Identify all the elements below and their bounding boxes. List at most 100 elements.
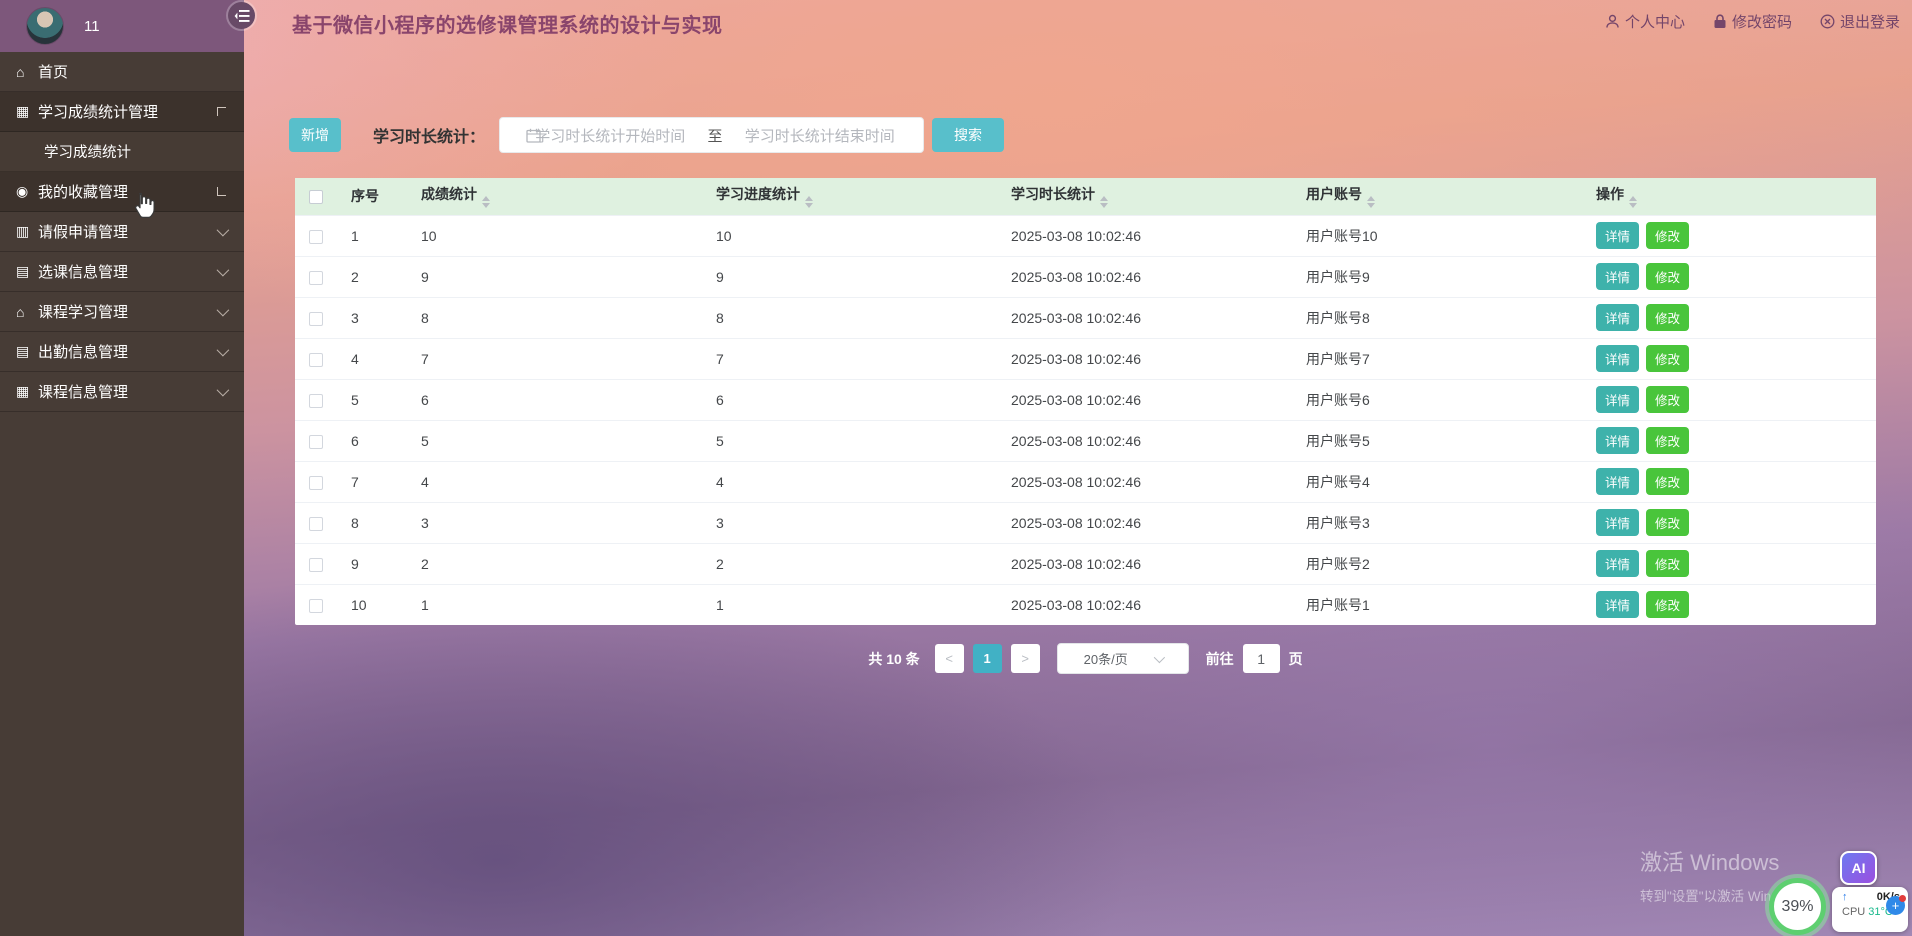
- goto-label: 前往: [1205, 650, 1234, 667]
- detail-button[interactable]: 详情: [1596, 222, 1640, 249]
- date-range-picker[interactable]: 学习时长统计开始时间 至 学习时长统计结束时间: [499, 117, 925, 153]
- sidebar-collapse-button[interactable]: [228, 2, 255, 29]
- pagination: 共 10 条 < 1 > 20条/页 前往 1 页: [295, 643, 1876, 674]
- detail-button[interactable]: 详情: [1596, 550, 1640, 577]
- column-header[interactable]: 操作: [1590, 178, 1876, 215]
- sidebar-item[interactable]: ⌂ 课程学习管理: [0, 292, 244, 332]
- edit-button[interactable]: 修改: [1646, 222, 1690, 249]
- briefcase-icon: ⌂: [16, 303, 25, 320]
- sidebar-item-label: 课程信息管理: [38, 384, 129, 401]
- sort-caret-icon[interactable]: [1100, 196, 1108, 209]
- sidebar-item[interactable]: ▤ 选课信息管理: [0, 252, 244, 292]
- cell-index: 5: [345, 378, 415, 420]
- cell-index: 9: [345, 542, 415, 584]
- next-page-button[interactable]: >: [1010, 644, 1040, 673]
- edit-button[interactable]: 修改: [1646, 509, 1690, 536]
- cell-progress: 7: [710, 337, 1005, 379]
- column-header: 序号: [345, 178, 415, 215]
- change-password-link[interactable]: 修改密码: [1713, 11, 1792, 32]
- profile-link-label: 个人中心: [1624, 13, 1685, 31]
- row-checkbox[interactable]: [309, 434, 323, 449]
- profile-link[interactable]: 个人中心: [1605, 11, 1685, 32]
- cell-progress: 5: [710, 419, 1005, 461]
- edit-button[interactable]: 修改: [1646, 304, 1690, 331]
- ai-assistant-button[interactable]: AI: [1840, 851, 1877, 885]
- column-header[interactable]: 用户账号: [1300, 178, 1590, 215]
- cell-account: 用户账号8: [1300, 296, 1590, 338]
- sort-caret-icon[interactable]: [482, 196, 490, 209]
- cell-account: 用户账号10: [1300, 214, 1590, 256]
- cell-score: 2: [415, 542, 710, 584]
- edit-button[interactable]: 修改: [1646, 427, 1690, 454]
- sidebar-item[interactable]: ▦ 课程信息管理: [0, 372, 244, 412]
- cell-actions: 详情 修改: [1590, 583, 1876, 625]
- edit-button[interactable]: 修改: [1646, 345, 1690, 372]
- cell-score: 7: [415, 337, 710, 379]
- cell-progress: 4: [710, 460, 1005, 502]
- cpu-usage-gauge[interactable]: 39%: [1769, 878, 1826, 935]
- sidebar-item[interactable]: ▤ 出勤信息管理: [0, 332, 244, 372]
- notification-plus-button[interactable]: +: [1886, 895, 1906, 915]
- logout-link[interactable]: 退出登录: [1820, 11, 1900, 32]
- cell-index: 2: [345, 255, 415, 297]
- panel2-icon: ▤: [16, 263, 30, 279]
- detail-button[interactable]: 详情: [1596, 509, 1640, 536]
- row-checkbox[interactable]: [309, 229, 323, 244]
- edit-button[interactable]: 修改: [1646, 591, 1690, 619]
- sort-caret-icon[interactable]: [805, 196, 813, 209]
- start-date-input[interactable]: 学习时长统计开始时间: [517, 125, 704, 146]
- column-header[interactable]: 成绩统计: [415, 178, 710, 215]
- cell-actions: 详情 修改: [1590, 214, 1876, 256]
- cell-progress: 10: [710, 214, 1005, 256]
- sidebar-item[interactable]: ▥ 请假申请管理: [0, 212, 244, 252]
- row-checkbox[interactable]: [309, 475, 323, 490]
- upload-arrow-icon: ↑: [1842, 891, 1848, 903]
- detail-button[interactable]: 详情: [1596, 427, 1640, 454]
- cell-score: 10: [415, 214, 710, 256]
- row-checkbox[interactable]: [309, 311, 323, 326]
- page-size-select[interactable]: 20条/页: [1056, 643, 1189, 674]
- sidebar-item[interactable]: ◉ 我的收藏管理: [0, 172, 244, 212]
- detail-button[interactable]: 详情: [1596, 263, 1640, 290]
- row-checkbox[interactable]: [309, 270, 323, 285]
- grid-icon: ▦: [16, 383, 30, 399]
- row-checkbox[interactable]: [309, 557, 323, 572]
- detail-button[interactable]: 详情: [1596, 468, 1640, 495]
- chevron-down-icon: [216, 263, 230, 277]
- chart-grid-icon: ▦: [16, 103, 30, 119]
- page-unit-label: 页: [1288, 650, 1303, 667]
- row-checkbox[interactable]: [309, 393, 323, 408]
- edit-button[interactable]: 修改: [1646, 386, 1690, 413]
- cell-account: 用户账号7: [1300, 337, 1590, 379]
- detail-button[interactable]: 详情: [1596, 386, 1640, 413]
- row-checkbox[interactable]: [309, 516, 323, 531]
- search-button[interactable]: 搜索: [932, 118, 1005, 152]
- sort-caret-icon[interactable]: [1629, 196, 1637, 209]
- edit-button[interactable]: 修改: [1646, 550, 1690, 577]
- detail-button[interactable]: 详情: [1596, 345, 1640, 372]
- cell-time: 2025-03-08 10:02:46: [1005, 255, 1300, 297]
- end-date-input[interactable]: 学习时长统计结束时间: [727, 125, 914, 146]
- column-header[interactable]: 学习进度统计: [710, 178, 1005, 215]
- detail-button[interactable]: 详情: [1596, 591, 1640, 619]
- page-1-button[interactable]: 1: [972, 644, 1002, 673]
- row-checkbox[interactable]: [309, 598, 323, 613]
- column-header[interactable]: 学习时长统计: [1005, 178, 1300, 215]
- sort-caret-icon[interactable]: [1367, 196, 1375, 209]
- add-button[interactable]: 新增: [289, 118, 341, 152]
- edit-button[interactable]: 修改: [1646, 263, 1690, 290]
- prev-page-button[interactable]: <: [934, 644, 964, 673]
- sidebar-item[interactable]: ⌂ 首页: [0, 52, 244, 92]
- detail-button[interactable]: 详情: [1596, 304, 1640, 331]
- select-all-checkbox[interactable]: [309, 190, 323, 205]
- sidebar-subitem[interactable]: 学习成绩统计: [0, 132, 244, 172]
- goto-page-input[interactable]: 1: [1242, 644, 1280, 673]
- sidebar-user-panel: 11: [0, 0, 255, 52]
- cell-account: 用户账号2: [1300, 542, 1590, 584]
- total-count-label: 共 10 条: [868, 650, 920, 667]
- panel2-icon: ▤: [16, 343, 30, 359]
- sidebar-item[interactable]: ▦ 学习成绩统计管理: [0, 92, 244, 132]
- edit-button[interactable]: 修改: [1646, 468, 1690, 495]
- row-checkbox[interactable]: [309, 352, 323, 367]
- chevron-down-icon: [216, 383, 230, 397]
